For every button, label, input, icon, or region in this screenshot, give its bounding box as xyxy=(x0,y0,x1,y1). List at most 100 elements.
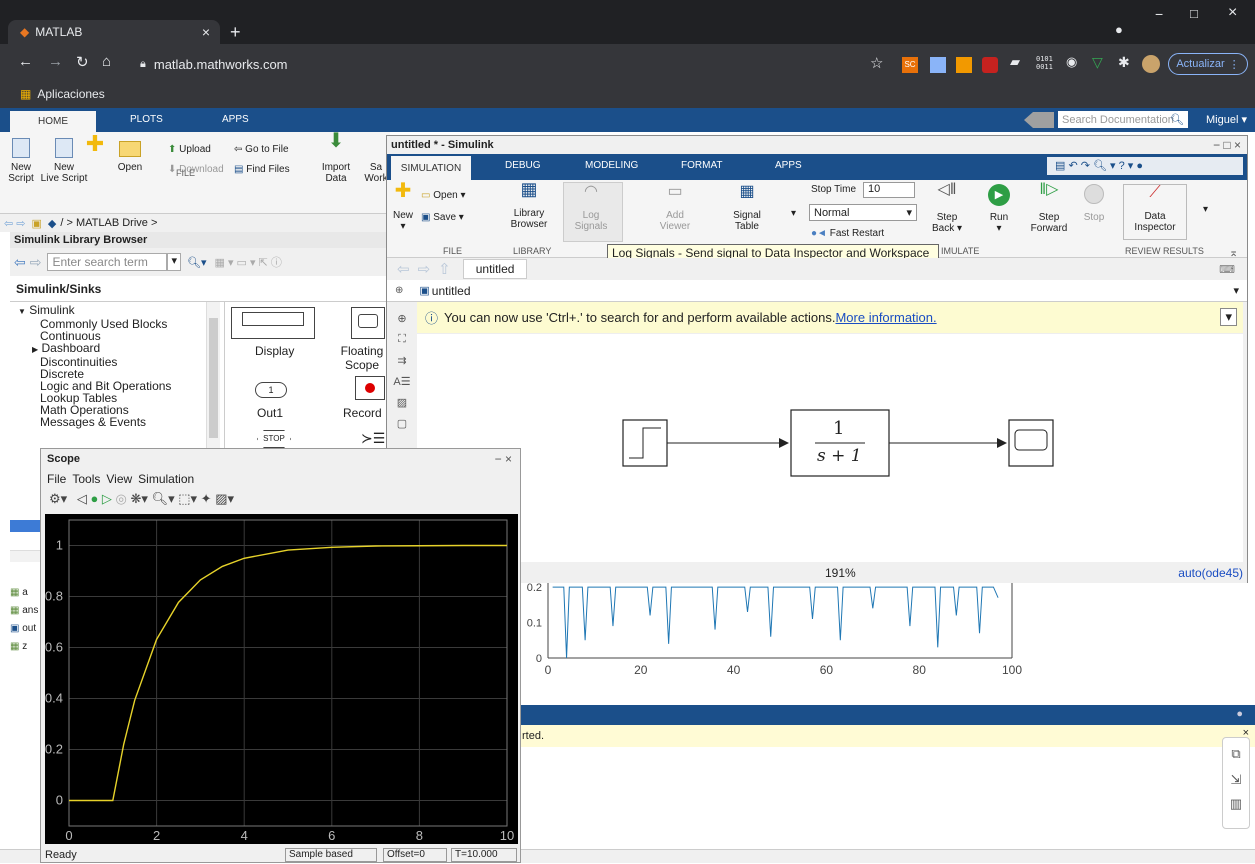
zoom-icon[interactable]: 🔍︎▾ xyxy=(152,491,175,506)
tab-simulation[interactable]: SIMULATION xyxy=(391,156,471,180)
more-information-link[interactable]: More information. xyxy=(835,310,936,325)
extension-rss-icon[interactable] xyxy=(956,57,972,73)
model-tab[interactable]: untitled xyxy=(462,259,528,279)
simulink-window-controls[interactable]: − □ × xyxy=(1213,138,1241,152)
apps-grid-icon[interactable]: ▦ xyxy=(20,87,31,101)
out1-block[interactable]: 1 xyxy=(255,382,287,398)
browser-tab[interactable]: ◆ MATLAB × xyxy=(8,20,220,44)
search-documentation-field[interactable]: Search Documentation 🔍︎ xyxy=(1058,111,1188,128)
forward-icon[interactable]: → xyxy=(48,53,63,70)
step-forward-button[interactable]: ‖▷ Step Forward xyxy=(1027,182,1071,235)
nav-up-icon[interactable]: ⇧ xyxy=(438,260,451,278)
menu-view[interactable]: View xyxy=(106,472,132,486)
step-back-icon[interactable]: ◁ xyxy=(77,491,87,506)
tree-selected-row[interactable] xyxy=(10,520,40,532)
data-inspector-button[interactable]: ⟋ Data Inspector xyxy=(1123,184,1187,240)
fast-restart-button[interactable]: ●◄ Fast Restart xyxy=(811,228,884,239)
signal-table-button[interactable]: ▦ Signal Table xyxy=(727,184,767,233)
notice-dropdown-icon[interactable]: ▾ xyxy=(1220,308,1237,326)
import-data-button[interactable]: ⬇ Import Data xyxy=(318,131,354,184)
record-block[interactable] xyxy=(355,376,385,400)
avatar[interactable] xyxy=(1142,55,1160,73)
display-block[interactable] xyxy=(231,307,315,339)
nav-back-icon[interactable]: ⇦ xyxy=(397,260,410,278)
extension-binary-icon[interactable]: 0101 0011 xyxy=(1036,55,1053,71)
layout-icon[interactable]: ▥ xyxy=(1223,796,1249,812)
stop-time-input[interactable]: 10 xyxy=(863,182,915,198)
new-script-button[interactable]: New Script xyxy=(6,138,36,184)
image-icon[interactable]: ▨ xyxy=(387,396,417,409)
tab-debug[interactable]: DEBUG xyxy=(505,160,541,171)
tree-collapse-icon[interactable]: ▶ xyxy=(32,345,38,354)
extension-sc-icon[interactable]: SC xyxy=(902,57,918,73)
review-dropdown-icon[interactable]: ▾ xyxy=(1203,204,1208,215)
simulation-mode-select[interactable]: Normal ▾ xyxy=(809,204,917,221)
run-icon[interactable]: ● xyxy=(90,491,98,506)
to-workspace-block-icon[interactable]: ≻☰ xyxy=(361,430,385,447)
stop-button[interactable]: Stop xyxy=(1079,184,1109,223)
open-button[interactable]: Open xyxy=(110,138,150,173)
scope-window-controls[interactable]: − × xyxy=(495,452,512,466)
keyboard-icon[interactable]: ⌨ xyxy=(1219,263,1235,276)
extensions-puzzle-icon[interactable]: ✱ xyxy=(1118,54,1130,71)
menu-tools[interactable]: Tools xyxy=(72,472,100,486)
extension-square-icon[interactable] xyxy=(930,57,946,73)
tree-scroll-thumb[interactable] xyxy=(209,318,218,438)
close-window-icon[interactable]: × xyxy=(1228,4,1237,22)
highlight-icon[interactable]: ❋▾ xyxy=(131,491,148,506)
fit-view-icon[interactable]: ⛶ xyxy=(387,333,417,346)
tree-item-messages[interactable]: Messages & Events xyxy=(10,416,220,428)
extension-vue-icon[interactable]: ▽ xyxy=(1092,54,1103,71)
scope-display[interactable]: 0 2 4 6 8 10 0 0.2 0.4 0.6 0.8 1 xyxy=(45,514,518,844)
model-canvas[interactable]: ⓘ You can now use 'Ctrl+.' to search for… xyxy=(417,302,1243,562)
tab-plots[interactable]: PLOTS xyxy=(130,114,163,125)
folder-up-icon[interactable]: ▣ xyxy=(32,217,42,230)
tab-apps[interactable]: APPS xyxy=(222,114,249,125)
back-path-icon[interactable]: ⇦ ⇨ xyxy=(4,217,26,230)
area-icon[interactable]: ▢ xyxy=(387,417,417,430)
floating-scope-block[interactable] xyxy=(351,307,385,339)
hide-browser-icon[interactable]: ⊕ xyxy=(395,285,403,296)
upload-button[interactable]: ⬆ Upload xyxy=(168,144,211,155)
tab-home[interactable]: HOME xyxy=(10,111,96,132)
undock-icon[interactable]: ⧉ xyxy=(1223,746,1249,762)
stop-icon[interactable]: ◎ xyxy=(116,491,127,506)
current-path[interactable]: / > MATLAB Drive > xyxy=(60,217,157,229)
extension-circle-icon[interactable]: ◉ xyxy=(1066,54,1077,70)
stop-block[interactable]: STOP xyxy=(257,430,291,448)
tab-apps[interactable]: APPS xyxy=(775,160,802,171)
sl-save-button[interactable]: ▣ Save ▾ xyxy=(421,212,464,223)
breadcrumb[interactable]: untitled xyxy=(432,284,471,298)
library-back-icon[interactable]: ⇦ xyxy=(14,254,26,271)
extension-chat-icon[interactable]: ▰ xyxy=(1010,54,1020,70)
breadcrumb-dropdown-icon[interactable]: ▾ xyxy=(1233,284,1239,297)
nav-forward-icon[interactable]: ⇨ xyxy=(418,260,431,278)
tree-item-dashboard[interactable]: ▶ Dashboard xyxy=(10,342,220,356)
tab-modeling[interactable]: MODELING xyxy=(585,160,638,171)
step-block[interactable] xyxy=(622,419,668,467)
library-view-icons[interactable]: ▦ ▾ ▭ ▾ ⇱ ⓘ xyxy=(215,254,282,270)
command-window-menu-icon[interactable]: ● xyxy=(1236,708,1243,720)
minimize-icon[interactable]: − xyxy=(1155,6,1163,22)
back-icon[interactable]: ← xyxy=(18,53,33,70)
tab-format[interactable]: FORMAT xyxy=(681,160,722,171)
new-tab-icon[interactable]: + xyxy=(230,22,241,43)
step-back-button[interactable]: ◁‖ Step Back ▾ xyxy=(927,182,967,235)
update-button[interactable]: Actualizar ⋮ xyxy=(1168,53,1248,75)
add-viewer-button[interactable]: ▭ Add Viewer xyxy=(655,184,695,233)
style-icon[interactable]: ▨▾ xyxy=(215,491,234,506)
solver-link[interactable]: auto(ode45) xyxy=(1178,566,1243,580)
find-block-icon[interactable]: 🔍︎▾ xyxy=(187,256,207,269)
menu-file[interactable]: File xyxy=(47,472,66,486)
user-menu[interactable]: Miguel ▾ xyxy=(1206,113,1247,126)
library-browser-button[interactable]: ▦ Library Browser xyxy=(509,180,549,230)
star-icon[interactable]: ☆ xyxy=(870,54,883,72)
annotation-icon[interactable]: A☰ xyxy=(387,375,417,388)
cursor-icon[interactable]: ✦ xyxy=(201,491,212,506)
step-forward-icon[interactable]: ▷ xyxy=(102,491,112,506)
go-to-file-button[interactable]: ⇦ Go to File xyxy=(234,144,289,155)
sl-new-button[interactable]: ✚ New ▾ xyxy=(391,181,415,232)
run-button[interactable]: ▶ Run ▾ xyxy=(981,184,1017,234)
url-field[interactable]: 🔒︎ matlab.mathworks.com xyxy=(140,50,900,78)
tree-root[interactable]: ▼ Simulink xyxy=(10,304,220,318)
